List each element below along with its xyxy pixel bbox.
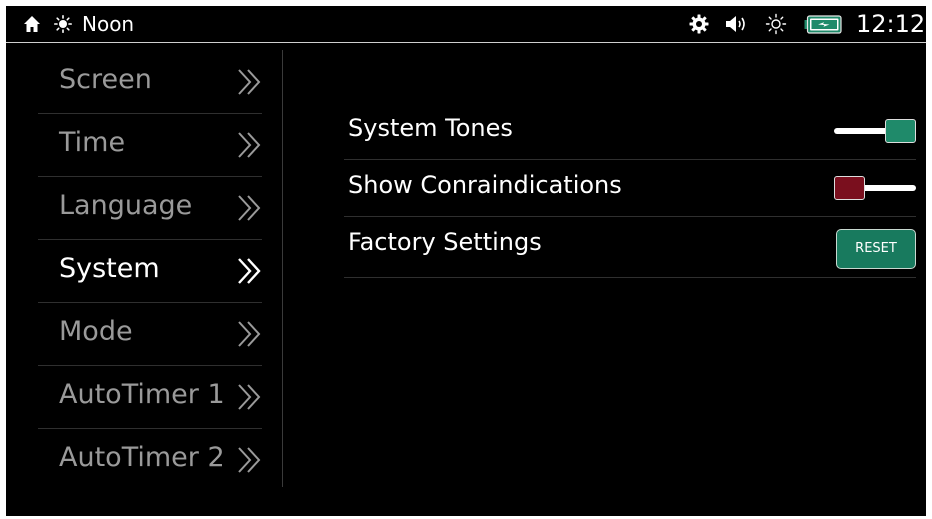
reset-button[interactable]: RESET	[836, 229, 916, 269]
sidebar-item-autotimer-1[interactable]: AutoTimer 1	[38, 365, 262, 429]
chevron-right-double-icon	[238, 132, 261, 158]
clock: 12:12	[856, 10, 926, 38]
chevron-right-double-icon	[238, 258, 261, 284]
sidebar-item-label: AutoTimer 2	[59, 442, 225, 473]
sun-icon	[54, 15, 72, 33]
battery-charging-icon	[804, 15, 842, 34]
brightness-icon[interactable]	[765, 13, 787, 35]
time-of-day-label: Noon	[82, 12, 135, 36]
setting-row-show-contraindications: Show Conraindications	[344, 160, 916, 217]
toggle-knob[interactable]	[885, 119, 916, 143]
home-icon[interactable]	[23, 15, 41, 33]
sidebar-item-mode[interactable]: Mode	[38, 302, 262, 366]
sidebar-item-autotimer-2[interactable]: AutoTimer 2	[38, 428, 262, 491]
sidebar-item-language[interactable]: Language	[38, 176, 262, 240]
settings-screen: Noon 12:12 Screen Time Language System M…	[6, 6, 926, 516]
status-bar: Noon 12:12	[6, 6, 926, 43]
chevron-right-double-icon	[238, 384, 261, 410]
sidebar-item-label: AutoTimer 1	[59, 379, 225, 410]
chevron-right-double-icon	[238, 195, 261, 221]
chevron-right-double-icon	[238, 69, 261, 95]
system-tones-label: System Tones	[348, 114, 513, 142]
chevron-right-double-icon	[238, 447, 261, 473]
sidebar-item-system[interactable]: System	[38, 239, 262, 303]
sidebar-item-label: Mode	[59, 316, 133, 347]
system-tones-toggle[interactable]	[834, 119, 916, 143]
sidebar-item-time[interactable]: Time	[38, 113, 262, 177]
toggle-knob[interactable]	[834, 176, 865, 200]
chevron-right-double-icon	[238, 321, 261, 347]
sidebar-item-label: Language	[59, 190, 193, 221]
setting-row-factory-settings: Factory Settings RESET	[344, 217, 916, 278]
show-contraindications-toggle[interactable]	[834, 176, 916, 200]
gear-icon[interactable]	[689, 14, 709, 34]
settings-category-menu: Screen Time Language System Mode AutoTim…	[6, 50, 283, 487]
sidebar-item-screen[interactable]: Screen	[38, 50, 262, 114]
sidebar-item-label: Time	[59, 127, 126, 158]
volume-icon[interactable]	[724, 13, 752, 35]
setting-row-system-tones: System Tones	[344, 103, 916, 160]
show-contraindications-label: Show Conraindications	[348, 171, 622, 199]
sidebar-item-label: Screen	[59, 64, 152, 95]
factory-settings-label: Factory Settings	[348, 228, 542, 256]
sidebar-item-label: System	[59, 253, 160, 284]
